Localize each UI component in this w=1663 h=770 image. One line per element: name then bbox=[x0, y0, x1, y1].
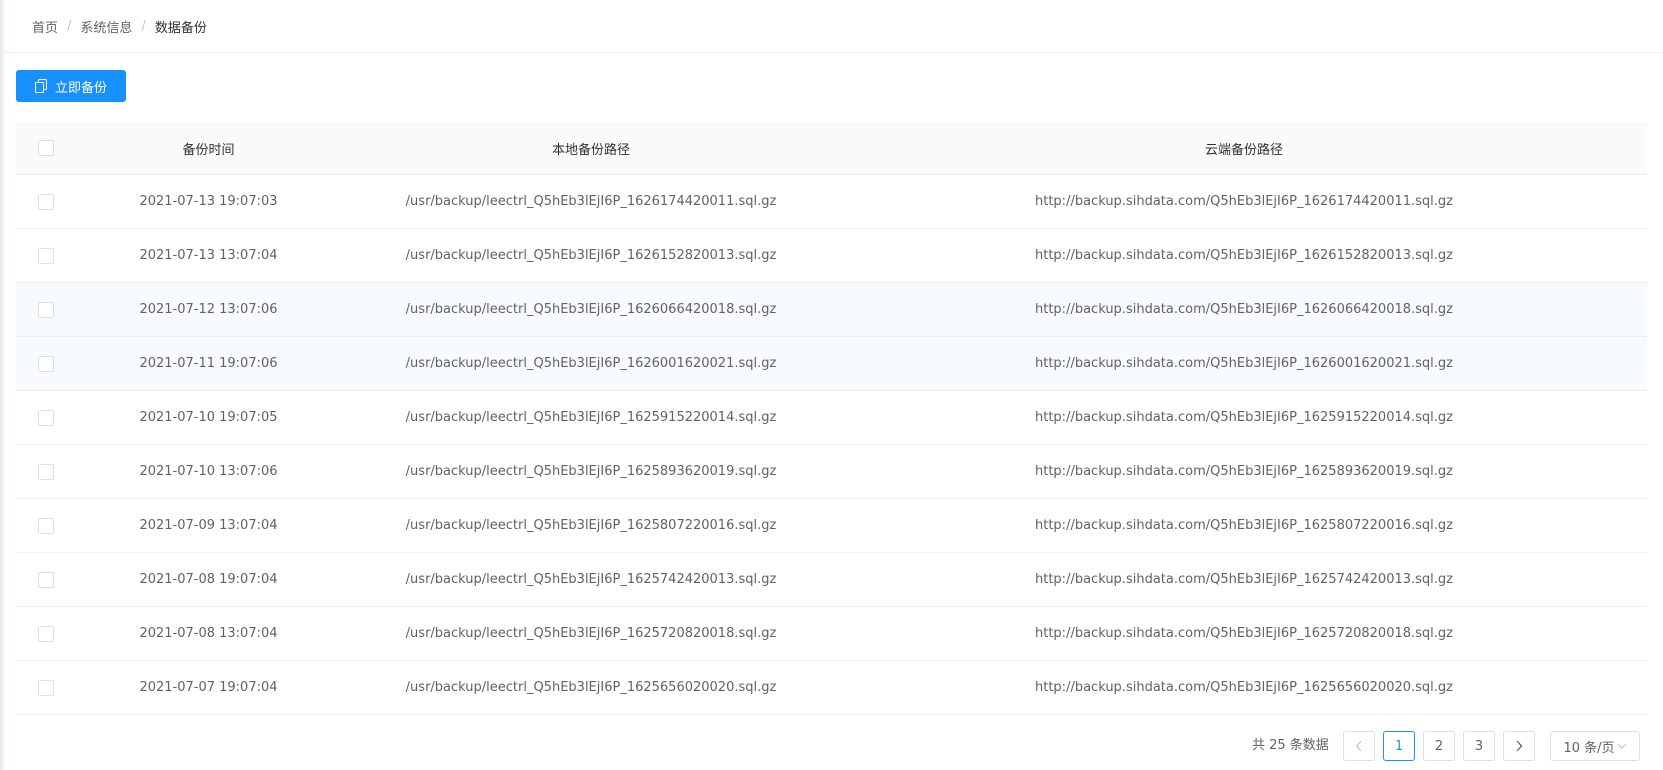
chevron-down-icon bbox=[1617, 743, 1626, 749]
pagination-total: 共 25 条数据 bbox=[1252, 738, 1329, 753]
header-cloud-path: 云端备份路径 bbox=[1204, 142, 1283, 158]
row-local-path: /usr/backup/leectrl_Q5hEb3lEjI6P_1625915… bbox=[405, 410, 777, 425]
row-cloud-path: http://backup.sihdata.com/Q5hEb3lEjI6P_1… bbox=[1035, 356, 1453, 371]
table-row[interactable]: 2021-07-10 13:07:06 /usr/backup/leectrl_… bbox=[16, 445, 1647, 499]
table-row[interactable]: 2021-07-13 13:07:04 /usr/backup/leectrl_… bbox=[16, 229, 1647, 283]
breadcrumb-separator: / bbox=[141, 18, 146, 34]
row-backup-time: 2021-07-09 13:07:04 bbox=[139, 518, 278, 533]
row-cloud-path: http://backup.sihdata.com/Q5hEb3lEjI6P_1… bbox=[1035, 464, 1453, 479]
table-header: 备份时间 本地备份路径 云端备份路径 bbox=[16, 122, 1647, 175]
row-local-path: /usr/backup/leectrl_Q5hEb3lEjI6P_1625742… bbox=[405, 572, 777, 587]
row-cloud-path: http://backup.sihdata.com/Q5hEb3lEjI6P_1… bbox=[1035, 302, 1453, 317]
row-backup-time: 2021-07-12 13:07:06 bbox=[139, 302, 278, 317]
row-checkbox[interactable] bbox=[38, 301, 54, 318]
select-all-checkbox[interactable] bbox=[38, 140, 54, 156]
row-cloud-path: http://backup.sihdata.com/Q5hEb3lEjI6P_1… bbox=[1035, 248, 1453, 263]
header-checkbox-cell bbox=[16, 140, 76, 156]
chevron-left-icon bbox=[1355, 740, 1362, 752]
prev-page-button[interactable] bbox=[1343, 731, 1375, 761]
row-local-path: /usr/backup/leectrl_Q5hEb3lEjI6P_1626001… bbox=[405, 356, 777, 371]
backup-now-label: 立即备份 bbox=[54, 80, 107, 96]
table-row[interactable]: 2021-07-08 19:07:04 /usr/backup/leectrl_… bbox=[16, 553, 1647, 607]
row-backup-time: 2021-07-11 19:07:06 bbox=[139, 356, 278, 371]
row-local-path: /usr/backup/leectrl_Q5hEb3lEjI6P_1625720… bbox=[405, 626, 777, 641]
row-checkbox[interactable] bbox=[38, 679, 54, 696]
backup-now-button[interactable]: 立即备份 bbox=[16, 70, 126, 102]
row-local-path: /usr/backup/leectrl_Q5hEb3lEjI6P_1625807… bbox=[405, 518, 777, 533]
chevron-right-icon bbox=[1516, 740, 1523, 752]
table-row[interactable]: 2021-07-09 13:07:04 /usr/backup/leectrl_… bbox=[16, 499, 1647, 553]
row-backup-time: 2021-07-08 13:07:04 bbox=[139, 626, 278, 641]
row-backup-time: 2021-07-13 13:07:04 bbox=[139, 248, 278, 263]
row-cloud-path: http://backup.sihdata.com/Q5hEb3lEjI6P_1… bbox=[1035, 518, 1453, 533]
row-backup-time: 2021-07-10 19:07:05 bbox=[139, 410, 278, 425]
row-checkbox[interactable] bbox=[38, 193, 54, 210]
backup-table: 备份时间 本地备份路径 云端备份路径 2021-07-13 19:07:03 /… bbox=[16, 122, 1647, 715]
table-row[interactable]: 2021-07-12 13:07:06 /usr/backup/leectrl_… bbox=[16, 283, 1647, 337]
breadcrumb-separator: / bbox=[67, 18, 72, 34]
header-backup-time: 备份时间 bbox=[182, 142, 235, 158]
row-backup-time: 2021-07-07 19:07:04 bbox=[139, 680, 278, 695]
row-checkbox[interactable] bbox=[38, 355, 54, 372]
table-row[interactable]: 2021-07-11 19:07:06 /usr/backup/leectrl_… bbox=[16, 337, 1647, 391]
breadcrumb-home[interactable]: 首页 bbox=[32, 17, 58, 36]
table-row[interactable]: 2021-07-07 19:07:04 /usr/backup/leectrl_… bbox=[16, 661, 1647, 715]
row-local-path: /usr/backup/leectrl_Q5hEb3lEjI6P_1626152… bbox=[405, 248, 777, 263]
page-button-3[interactable]: 3 bbox=[1463, 731, 1495, 761]
breadcrumb: 首页 / 系统信息 / 数据备份 bbox=[0, 0, 1663, 53]
row-cloud-path: http://backup.sihdata.com/Q5hEb3lEjI6P_1… bbox=[1035, 194, 1453, 209]
row-local-path: /usr/backup/leectrl_Q5hEb3lEjI6P_1626066… bbox=[405, 302, 777, 317]
row-local-path: /usr/backup/leectrl_Q5hEb3lEjI6P_1626174… bbox=[405, 194, 777, 209]
row-cloud-path: http://backup.sihdata.com/Q5hEb3lEjI6P_1… bbox=[1035, 572, 1453, 587]
next-page-button[interactable] bbox=[1503, 731, 1535, 761]
row-backup-time: 2021-07-13 19:07:03 bbox=[139, 194, 278, 209]
page-edge-shadow bbox=[0, 0, 6, 770]
copy-icon bbox=[34, 79, 47, 93]
row-local-path: /usr/backup/leectrl_Q5hEb3lEjI6P_1625656… bbox=[405, 680, 777, 695]
page-button-1[interactable]: 1 bbox=[1383, 731, 1415, 761]
row-checkbox[interactable] bbox=[38, 409, 54, 426]
row-checkbox[interactable] bbox=[38, 463, 54, 480]
page-size-select[interactable]: 10 条/页 bbox=[1550, 731, 1640, 761]
row-local-path: /usr/backup/leectrl_Q5hEb3lEjI6P_1625893… bbox=[405, 464, 777, 479]
page-size-label: 10 条/页 bbox=[1563, 740, 1615, 756]
row-backup-time: 2021-07-08 19:07:04 bbox=[139, 572, 278, 587]
breadcrumb-system-info[interactable]: 系统信息 bbox=[80, 17, 132, 36]
row-checkbox[interactable] bbox=[38, 571, 54, 588]
row-cloud-path: http://backup.sihdata.com/Q5hEb3lEjI6P_1… bbox=[1035, 410, 1453, 425]
page-button-2[interactable]: 2 bbox=[1423, 731, 1455, 761]
row-cloud-path: http://backup.sihdata.com/Q5hEb3lEjI6P_1… bbox=[1035, 680, 1453, 695]
row-checkbox[interactable] bbox=[38, 247, 54, 264]
breadcrumb-data-backup: 数据备份 bbox=[154, 20, 207, 36]
row-cloud-path: http://backup.sihdata.com/Q5hEb3lEjI6P_1… bbox=[1035, 626, 1453, 641]
table-row[interactable]: 2021-07-13 19:07:03 /usr/backup/leectrl_… bbox=[16, 175, 1647, 229]
row-backup-time: 2021-07-10 13:07:06 bbox=[139, 464, 278, 479]
table-row[interactable]: 2021-07-08 13:07:04 /usr/backup/leectrl_… bbox=[16, 607, 1647, 661]
row-checkbox[interactable] bbox=[38, 625, 54, 642]
table-row[interactable]: 2021-07-10 19:07:05 /usr/backup/leectrl_… bbox=[16, 391, 1647, 445]
row-checkbox[interactable] bbox=[38, 517, 54, 534]
pagination: 共 25 条数据 1 2 3 10 条/页 bbox=[0, 731, 1663, 761]
header-local-path: 本地备份路径 bbox=[551, 142, 630, 158]
